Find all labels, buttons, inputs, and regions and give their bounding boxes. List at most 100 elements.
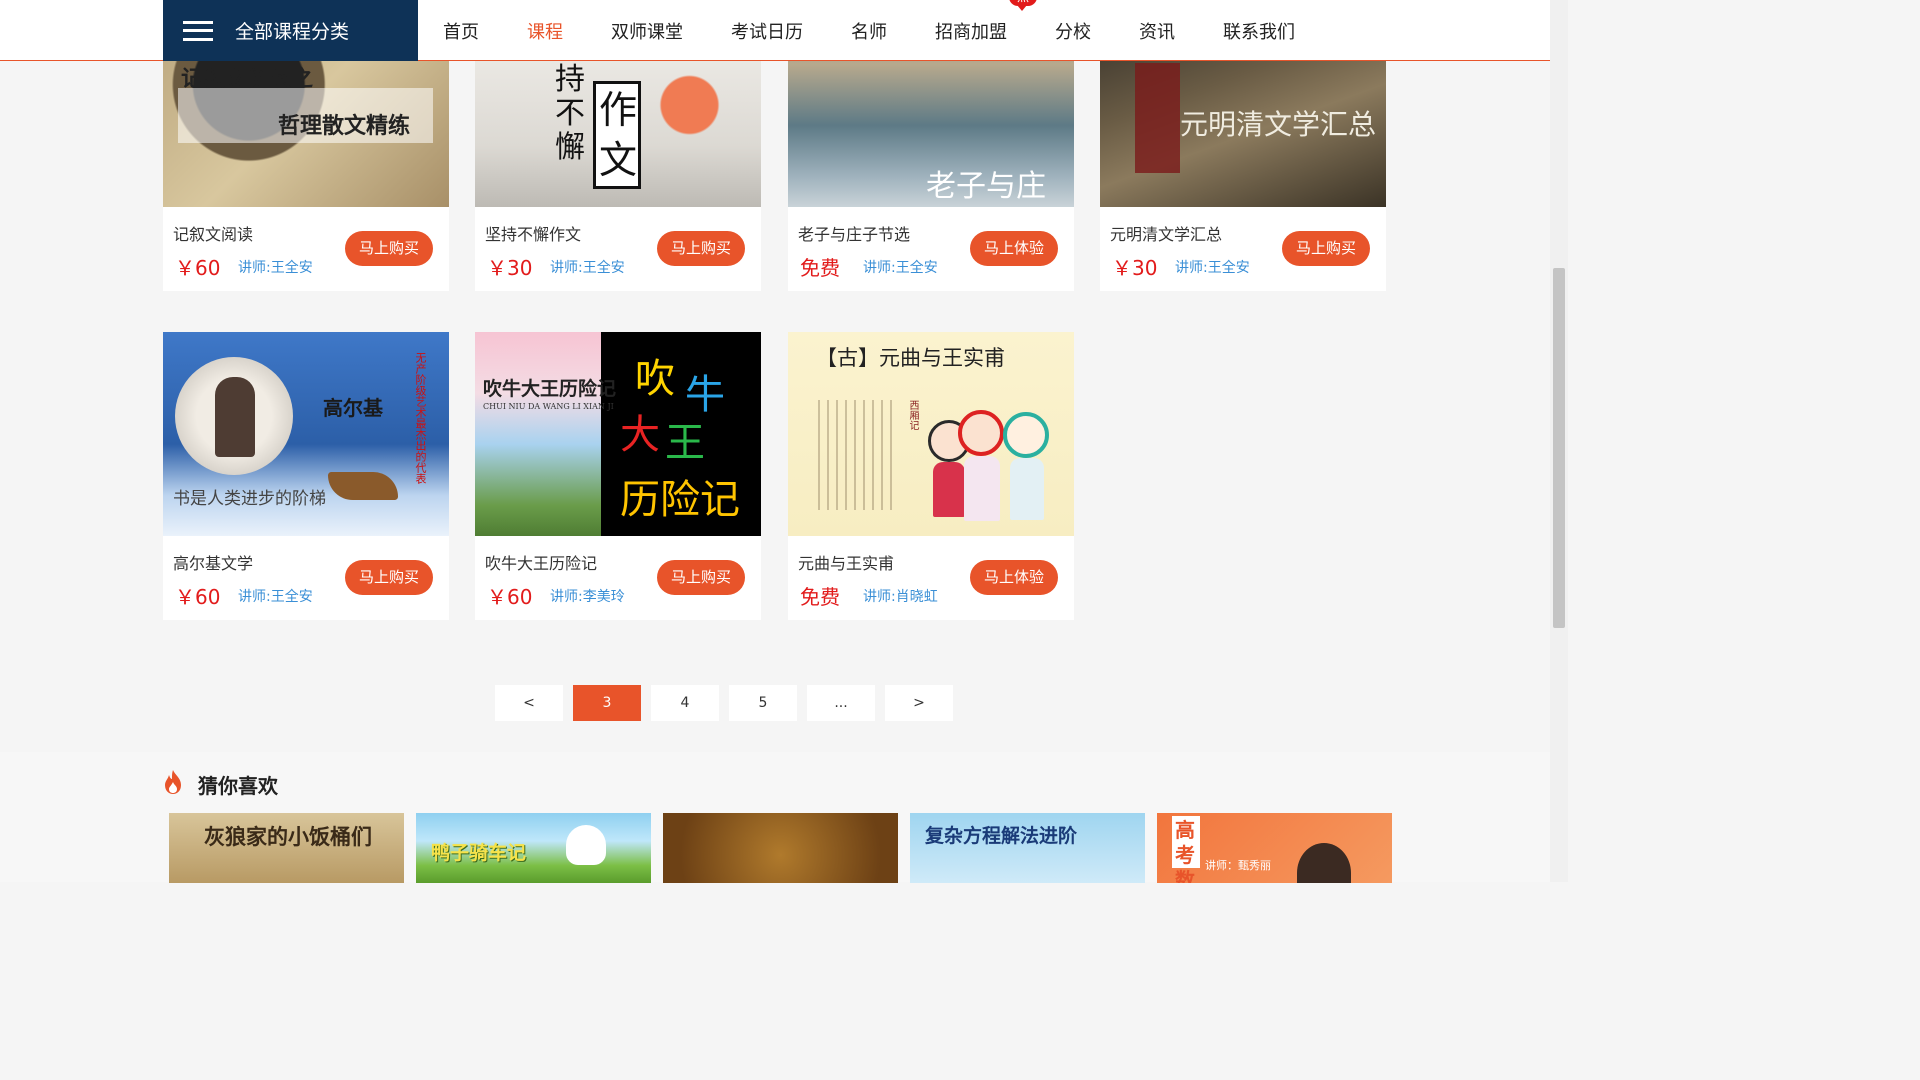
course-price: 免费	[800, 585, 840, 609]
nav-news[interactable]: 资讯	[1139, 18, 1175, 44]
fire-icon	[165, 770, 181, 794]
all-categories-button[interactable]: 全部课程分类	[163, 0, 418, 61]
section-title: 猜你喜欢	[198, 774, 278, 798]
page-3[interactable]: 3	[573, 685, 641, 721]
page-5[interactable]: 5	[729, 685, 797, 721]
thumb-text: 作文	[599, 88, 638, 182]
thumb-text: 持不懈	[555, 62, 585, 165]
thumb-text: 大	[620, 412, 660, 458]
buy-now-button[interactable]: 马上购买	[657, 231, 745, 266]
recommend-card[interactable]: 灰狼家的小饭桶们	[169, 813, 404, 883]
nav-teachers[interactable]: 名师	[851, 18, 887, 44]
thumb-text: 复杂方程解法进阶	[925, 825, 1078, 847]
thumb-text: 哲理散文精练	[278, 113, 411, 139]
menu-icon	[183, 20, 213, 41]
buy-now-button[interactable]: 马上购买	[345, 560, 433, 595]
character-body	[964, 456, 1000, 521]
course-teacher[interactable]: 讲师:肖晓虹	[863, 586, 938, 606]
thumb-text: 老子与庄子	[926, 169, 1046, 204]
duck-image	[566, 825, 606, 865]
page-scrollbar[interactable]	[1550, 0, 1568, 882]
thumb-text: 无产阶级艺术最杰出的代表	[414, 352, 427, 484]
nav-franchise[interactable]: 招商加盟 热	[935, 0, 1037, 44]
card-body: 元曲与王实甫 免费 讲师:肖晓虹 马上体验	[788, 536, 1074, 620]
book-image	[328, 472, 398, 500]
top-header: 全部课程分类 首页 课程 双师课堂 考试日历 名师 招商加盟 热 分校 资讯 联…	[0, 0, 1550, 61]
recommend-card[interactable]: 鸭子骑车记	[416, 813, 651, 883]
nav-dual-teacher[interactable]: 双师课堂	[611, 18, 683, 44]
thumb-text: 高考 数学	[1175, 818, 1195, 883]
course-title[interactable]: 老子与庄子节选	[798, 221, 910, 245]
card-body: 高尔基文学 ￥60 讲师:王全安 马上购买	[163, 536, 449, 620]
course-price: ￥30	[1112, 256, 1158, 280]
course-card[interactable]: 吹牛大王历险记 CHUI NIU DA WANG LI XIAN JI 吹 牛 …	[475, 332, 761, 620]
main-nav: 首页 课程 双师课堂 考试日历 名师 招商加盟 热 分校 资讯 联系我们	[443, 0, 1343, 61]
course-title[interactable]: 元明清文学汇总	[1110, 221, 1222, 245]
try-now-button[interactable]: 马上体验	[970, 560, 1058, 595]
thumb-text: 高尔基	[323, 396, 383, 420]
thumb-text: 鸭子骑车记	[431, 842, 527, 864]
portrait	[215, 377, 255, 457]
course-price: ￥60	[487, 585, 533, 609]
recommend-card[interactable]: 高考 数学 讲师：甄秀丽	[1157, 813, 1392, 883]
thumb-text: 吹	[635, 356, 675, 402]
course-price: ￥60	[175, 585, 221, 609]
character-head	[1003, 412, 1049, 458]
course-teacher[interactable]: 讲师:王全安	[238, 257, 313, 277]
card-body: 元明清文学汇总 ￥30 讲师:王全安 马上购买	[1100, 207, 1386, 291]
nav-branches[interactable]: 分校	[1055, 18, 1091, 44]
course-thumbnail[interactable]: 吹牛大王历险记 CHUI NIU DA WANG LI XIAN JI 吹 牛 …	[475, 332, 761, 536]
course-title[interactable]: 坚持不懈作文	[485, 221, 581, 245]
course-card[interactable]: 【古】元曲与王实甫 西厢记 元曲与王实甫 免费 讲师:肖晓虹 马上体验	[788, 332, 1074, 620]
thumb-flag	[1135, 63, 1180, 173]
course-title[interactable]: 元曲与王实甫	[798, 550, 894, 574]
course-teacher[interactable]: 讲师:王全安	[863, 257, 938, 277]
course-title[interactable]: 记叙文阅读	[173, 221, 253, 245]
course-teacher[interactable]: 讲师:李美玲	[550, 586, 625, 606]
buy-now-button[interactable]: 马上购买	[657, 560, 745, 595]
course-card[interactable]: 高尔基 书是人类进步的阶梯 无产阶级艺术最杰出的代表 高尔基文学 ￥60 讲师:…	[163, 332, 449, 620]
page-4[interactable]: 4	[651, 685, 719, 721]
course-price: 免费	[800, 256, 840, 280]
nav-contact[interactable]: 联系我们	[1223, 18, 1295, 44]
page-ellipsis: ...	[807, 685, 875, 721]
card-body: 坚持不懈作文 ￥30 讲师:王全安 马上购买	[475, 207, 761, 291]
thumb-text: CHUI NIU DA WANG LI XIAN JI	[483, 402, 614, 411]
thumb-text: 【古】元曲与王实甫	[816, 346, 1005, 370]
course-thumbnail[interactable]: 高尔基 书是人类进步的阶梯 无产阶级艺术最杰出的代表	[163, 332, 449, 536]
hot-badge: 热	[1009, 0, 1037, 11]
next-page-button[interactable]: >	[885, 685, 953, 721]
course-title[interactable]: 高尔基文学	[173, 550, 253, 574]
thumb-text: 王	[665, 420, 705, 466]
course-teacher[interactable]: 讲师:王全安	[550, 257, 625, 277]
course-title[interactable]: 吹牛大王历险记	[485, 550, 597, 574]
scrollbar-thumb[interactable]	[1553, 268, 1565, 628]
card-body: 吹牛大王历险记 ￥60 讲师:李美玲 马上购买	[475, 536, 761, 620]
recommend-card[interactable]: 复杂方程解法进阶	[910, 813, 1145, 883]
thumb-text: 元明清文学汇总	[1180, 108, 1377, 141]
course-price: ￥60	[175, 256, 221, 280]
character-body	[933, 462, 965, 517]
teacher-text: 讲师：甄秀丽	[1205, 859, 1271, 872]
card-body: 记叙文阅读 ￥60 讲师:王全安 马上购买	[163, 207, 449, 291]
buy-now-button[interactable]: 马上购买	[1282, 231, 1370, 266]
recommend-card[interactable]	[663, 813, 898, 883]
nav-courses[interactable]: 课程	[527, 18, 563, 44]
nav-home[interactable]: 首页	[443, 18, 479, 44]
course-thumbnail[interactable]: 【古】元曲与王实甫 西厢记	[788, 332, 1074, 536]
prev-page-button[interactable]: <	[495, 685, 563, 721]
buy-now-button[interactable]: 马上购买	[345, 231, 433, 266]
all-categories-label: 全部课程分类	[235, 21, 350, 43]
course-price: ￥30	[487, 256, 533, 280]
try-now-button[interactable]: 马上体验	[970, 231, 1058, 266]
course-teacher[interactable]: 讲师:王全安	[1175, 257, 1250, 277]
card-body: 老子与庄子节选 免费 讲师:王全安 马上体验	[788, 207, 1074, 291]
thumb-text: 西厢记	[907, 400, 918, 430]
course-teacher[interactable]: 讲师:王全安	[238, 586, 313, 606]
teacher-portrait	[1297, 843, 1351, 883]
thumb-text: 书是人类进步的阶梯	[173, 489, 326, 509]
nav-franchise-label: 招商加盟	[935, 21, 1007, 43]
thumb-text: 灰狼家的小饭桶们	[204, 824, 372, 849]
nav-exam-calendar[interactable]: 考试日历	[731, 18, 803, 44]
character-body	[1010, 458, 1044, 520]
